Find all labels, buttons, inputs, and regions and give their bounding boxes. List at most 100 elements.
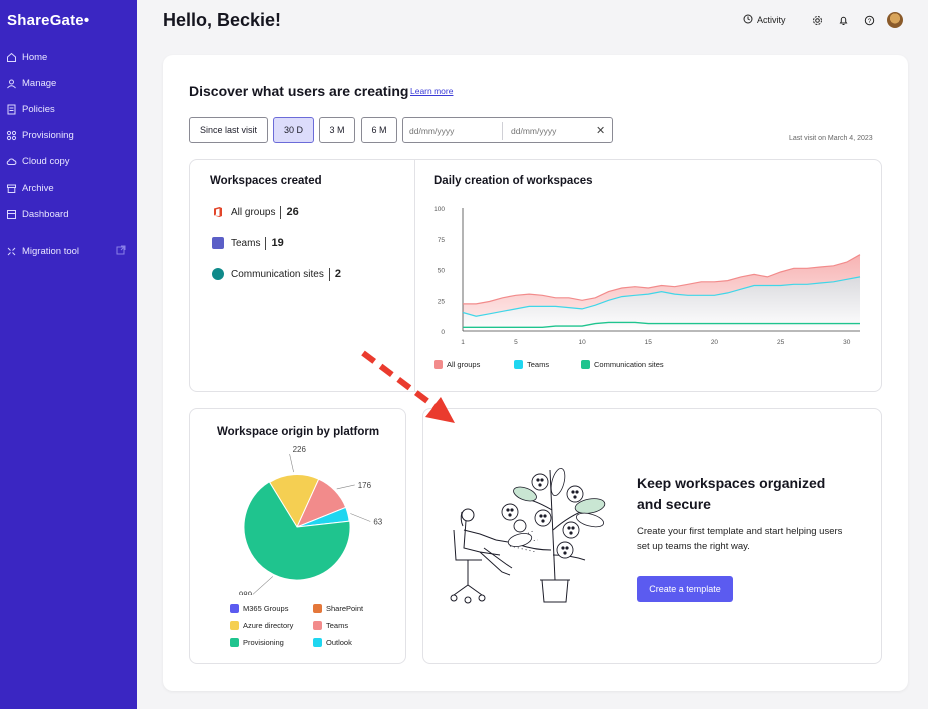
filter-since-last-visit-button[interactable]: Since last visit: [189, 117, 268, 143]
pie-value-label: 989: [239, 590, 253, 595]
svg-text:?: ?: [867, 18, 871, 25]
section-title: Discover what users are creating: [189, 83, 409, 99]
migration-icon: [6, 246, 17, 257]
y-tick-label: 100: [434, 206, 445, 213]
manage-icon: [6, 78, 17, 89]
legend-swatch: [514, 360, 523, 369]
sidebar-item-manage[interactable]: Manage: [6, 74, 132, 92]
stat-row-teams: Teams 19: [212, 235, 284, 251]
sidebar-item-provisioning[interactable]: Provisioning: [6, 126, 132, 144]
legend-label: Provisioning: [243, 638, 284, 647]
pie-leader-line: [350, 513, 371, 522]
y-tick-label: 75: [438, 237, 446, 244]
legend-swatch: [581, 360, 590, 369]
promo-description: Create your first template and start hel…: [637, 526, 843, 552]
archive-icon: [6, 183, 17, 194]
divider: [265, 236, 267, 250]
x-tick-label: 30: [843, 339, 851, 346]
pie-value-label: 226: [293, 445, 307, 454]
pie-leader-line: [336, 484, 355, 490]
legend-swatch: [313, 604, 322, 613]
teams-icon: [212, 237, 224, 249]
legend-label: Teams: [326, 621, 349, 630]
sidebar-item-label: Cloud copy: [22, 155, 70, 167]
last-visit-text: Last visit on March 4, 2023: [789, 135, 873, 142]
filter-30d-button[interactable]: 30 D: [273, 117, 314, 143]
activity-label: Activity: [757, 15, 786, 25]
app-logo: ShareGate•: [7, 12, 90, 29]
provisioning-icon: [6, 130, 17, 141]
activity-button[interactable]: Activity: [743, 14, 786, 26]
annotation-arrow-icon: [361, 350, 455, 423]
sidebar-item-label: Archive: [22, 182, 54, 194]
legend-m365-groups: M365 Groups: [230, 604, 288, 613]
filter-3m-button[interactable]: 3 M: [319, 117, 355, 143]
settings-icon[interactable]: [810, 13, 824, 27]
sidebar-item-archive[interactable]: Archive: [6, 179, 132, 197]
clock-icon: [743, 14, 753, 26]
legend-swatch: [230, 604, 239, 613]
sidebar-item-policies[interactable]: Policies: [6, 100, 132, 118]
avatar[interactable]: [887, 12, 903, 28]
learn-more-link[interactable]: Learn more: [410, 86, 453, 96]
pie-value-label: 63: [373, 518, 382, 527]
pie-leader-line: [252, 576, 274, 595]
x-tick-label: 10: [578, 339, 586, 346]
x-tick-label: 20: [711, 339, 719, 346]
x-tick-label: 15: [645, 339, 653, 346]
daily-creation-chart: 02550751001 5 10 15 20 25 30: [434, 206, 861, 346]
legend-provisioning: Provisioning: [230, 638, 284, 647]
x-tick-label: 25: [777, 339, 785, 346]
legend-label: Teams: [527, 360, 550, 369]
legend-swatch: [313, 621, 322, 630]
close-icon[interactable]: ✕: [596, 124, 605, 137]
stat-label: Communication sites: [231, 268, 324, 280]
stat-value: 2: [334, 268, 341, 280]
stat-row-all-groups: All groups 26: [212, 204, 299, 220]
legend-teams: Teams: [514, 360, 549, 369]
legend-sharepoint: SharePoint: [313, 604, 363, 613]
legend-label: Azure directory: [243, 621, 294, 630]
help-icon[interactable]: ?: [862, 13, 876, 27]
legend-outlook: Outlook: [313, 638, 352, 647]
sidebar-item-cloud-copy[interactable]: Cloud copy: [6, 152, 132, 170]
sidebar-item-label: Migration tool: [22, 245, 80, 257]
divider: [328, 267, 330, 281]
legend-label: Outlook: [326, 638, 352, 647]
sidebar-item-migration-tool[interactable]: Migration tool: [6, 242, 132, 260]
date-to-input[interactable]: [511, 123, 591, 139]
legend-swatch: [230, 621, 239, 630]
y-tick-label: 0: [441, 329, 445, 336]
sidebar-item-home[interactable]: Home: [6, 48, 132, 66]
plant-illustration: [450, 467, 606, 604]
daily-creation-title: Daily creation of workspaces: [434, 175, 593, 187]
sidebar-item-label: Dashboard: [22, 208, 69, 220]
divider: [280, 205, 282, 219]
date-from-input[interactable]: [409, 123, 497, 139]
cloud-icon: [6, 156, 17, 167]
legend-communication-sites: Communication sites: [581, 360, 664, 369]
dashboard-icon: [6, 209, 17, 220]
sidebar-item-label: Home: [22, 51, 48, 63]
external-link-icon: [116, 245, 126, 258]
legend-label: SharePoint: [326, 604, 364, 613]
stat-label: All groups: [231, 206, 276, 218]
y-tick-label: 50: [438, 268, 446, 275]
promo-title: Keep workspaces organized and secure: [637, 475, 826, 512]
pie-leader-line: [289, 454, 294, 473]
legend-teams-origin: Teams: [313, 621, 348, 630]
sidebar-item-label: Policies: [22, 103, 55, 115]
bell-icon[interactable]: [836, 13, 850, 27]
sidebar-item-label: Manage: [22, 77, 57, 89]
stat-value: 19: [271, 237, 284, 249]
y-tick-label: 25: [438, 298, 446, 305]
legend-label: Communication sites: [594, 360, 664, 369]
filter-6m-button[interactable]: 6 M: [361, 117, 397, 143]
legend-label: M365 Groups: [243, 604, 289, 613]
sidebar-item-dashboard[interactable]: Dashboard: [6, 205, 132, 223]
origin-pie-chart: 226 176 63 989: [239, 445, 383, 595]
office-icon: [212, 206, 224, 218]
sharepoint-icon: [212, 268, 224, 280]
create-template-button[interactable]: Create a template: [637, 576, 733, 602]
legend-azure-directory: Azure directory: [230, 621, 293, 630]
